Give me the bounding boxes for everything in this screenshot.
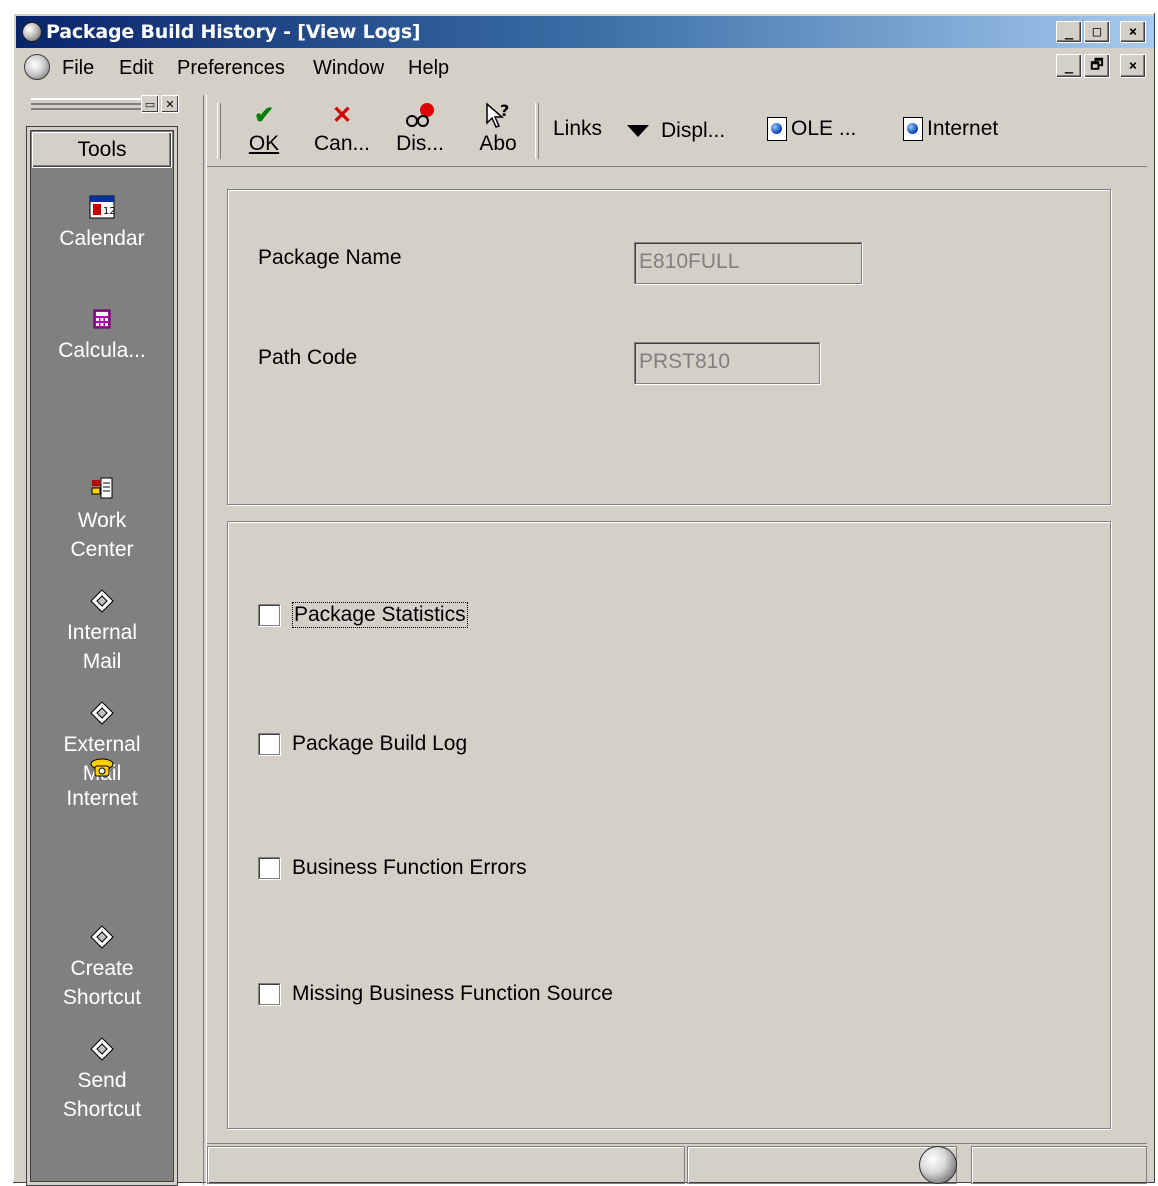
form-toolbar: ✔ OK ✕ Can... Dis... ? Abo Links Displ..… xyxy=(207,95,1147,167)
tools-close-icon[interactable]: ✕ xyxy=(161,95,179,113)
shortcut-diamond-icon xyxy=(89,671,115,725)
calendar-icon: 12 xyxy=(89,194,116,220)
tool-internet[interactable]: Internet xyxy=(30,754,174,813)
window-title: Package Build History - [View Logs] xyxy=(46,21,421,43)
ok-button[interactable]: ✔ OK xyxy=(231,101,297,163)
options-panel: Package Statistics Package Build Log Bus… xyxy=(227,521,1111,1129)
internet-document-icon xyxy=(903,117,923,141)
menu-window[interactable]: Window xyxy=(313,57,384,80)
menu-bar: File Edit Preferences Window Help _ 🗗 × xyxy=(16,49,1154,83)
package-statistics-checkbox[interactable] xyxy=(258,604,280,626)
package-build-log-label: Package Build Log xyxy=(292,732,468,755)
title-bar[interactable]: Package Build History - [View Logs] _ □ … xyxy=(16,16,1154,48)
display-menu[interactable]: Displ... xyxy=(627,119,725,143)
shortcut-diamond-icon xyxy=(89,895,115,949)
missing-bsfn-source-option[interactable]: Missing Business Function Source xyxy=(258,982,613,1006)
tool-label: Calendar xyxy=(59,227,145,250)
tools-header-button[interactable]: Tools xyxy=(32,132,172,168)
display-button[interactable]: Dis... xyxy=(387,101,453,163)
tool-label: Internet xyxy=(66,787,138,810)
display-glasses-icon xyxy=(387,101,453,131)
package-name-field[interactable]: E810FULL xyxy=(634,242,862,284)
grip-lines xyxy=(31,98,141,110)
app-window: Package Build History - [View Logs] _ □ … xyxy=(12,12,1156,1185)
package-build-log-option[interactable]: Package Build Log xyxy=(258,732,467,756)
display-label: Dis... xyxy=(396,132,444,155)
about-help-icon: ? xyxy=(465,101,531,131)
package-build-log-checkbox[interactable] xyxy=(258,733,280,755)
path-code-label: Path Code xyxy=(258,346,358,369)
child-restore-button[interactable]: 🗗 xyxy=(1084,54,1110,78)
check-icon: ✔ xyxy=(253,102,275,129)
business-function-errors-option[interactable]: Business Function Errors xyxy=(258,856,527,880)
tool-send-shortcut[interactable]: Send Shortcut xyxy=(30,978,174,1124)
close-button[interactable]: × xyxy=(1120,21,1146,43)
menu-file[interactable]: File xyxy=(62,57,94,80)
calculator-icon xyxy=(89,306,115,332)
child-minimize-button[interactable]: _ xyxy=(1056,54,1082,78)
path-code-field[interactable]: PRST810 xyxy=(634,342,820,384)
internet-label: Internet xyxy=(927,117,999,140)
tool-calendar[interactable]: 12 Calendar xyxy=(30,194,174,253)
package-statistics-label: Package Statistics xyxy=(292,602,468,628)
child-close-button[interactable]: × xyxy=(1120,54,1146,78)
shortcut-diamond-icon xyxy=(89,1007,115,1061)
cancel-button[interactable]: ✕ Can... xyxy=(309,101,375,163)
toolbar-separator xyxy=(535,103,539,159)
menu-edit[interactable]: Edit xyxy=(119,57,153,80)
package-statistics-option[interactable]: Package Statistics xyxy=(258,602,468,628)
about-label: Abo xyxy=(479,132,517,155)
svg-text:12: 12 xyxy=(103,206,115,217)
header-panel: Package Name E810FULL Path Code PRST810 xyxy=(227,189,1111,505)
menu-help[interactable]: Help xyxy=(408,57,449,80)
ole-label: OLE ... xyxy=(791,117,857,140)
phone-icon xyxy=(89,754,115,780)
dropdown-triangle-icon xyxy=(627,125,649,137)
status-globe-icon xyxy=(919,1146,957,1184)
app-globe-icon xyxy=(22,22,42,42)
cancel-label: Can... xyxy=(313,132,371,155)
pane-divider[interactable] xyxy=(203,95,207,1185)
package-name-label: Package Name xyxy=(258,246,402,269)
tools-pane-grip[interactable]: ▭ ✕ xyxy=(21,95,181,117)
tools-restore-icon[interactable]: ▭ xyxy=(141,95,159,113)
links-menu[interactable]: Links xyxy=(553,117,602,141)
status-bar xyxy=(207,1143,1147,1185)
business-function-errors-label: Business Function Errors xyxy=(292,856,527,879)
tool-calculator[interactable]: Calcula... xyxy=(30,306,174,365)
missing-bsfn-source-label: Missing Business Function Source xyxy=(292,982,613,1005)
internet-link[interactable]: Internet xyxy=(903,117,998,141)
minimize-button[interactable]: _ xyxy=(1056,21,1082,43)
status-cell-main xyxy=(207,1146,685,1184)
document-globe-icon[interactable] xyxy=(24,54,50,80)
cancel-x-icon: ✕ xyxy=(331,102,353,129)
about-button[interactable]: ? Abo xyxy=(465,101,531,163)
display-menu-label: Displ... xyxy=(661,119,726,142)
business-function-errors-checkbox[interactable] xyxy=(258,857,280,879)
menu-preferences[interactable]: Preferences xyxy=(177,57,285,80)
work-center-icon xyxy=(89,447,115,499)
ole-document-icon xyxy=(767,117,787,141)
svg-text:?: ? xyxy=(500,101,509,120)
toolbar-grip[interactable] xyxy=(217,103,221,159)
tools-pane: Tools 12 Calendar Calcula... Work Center… xyxy=(27,127,177,1185)
ok-label: OK xyxy=(248,132,280,155)
maximize-button[interactable]: □ xyxy=(1084,21,1110,43)
missing-bsfn-source-checkbox[interactable] xyxy=(258,983,280,1005)
status-cell-2 xyxy=(687,1146,957,1184)
tool-label: Calcula... xyxy=(58,339,146,362)
ole-link[interactable]: OLE ... xyxy=(767,117,856,141)
tool-label: Send Shortcut xyxy=(62,1069,142,1121)
status-cell-3 xyxy=(971,1146,1147,1184)
shortcut-diamond-icon xyxy=(89,559,115,613)
